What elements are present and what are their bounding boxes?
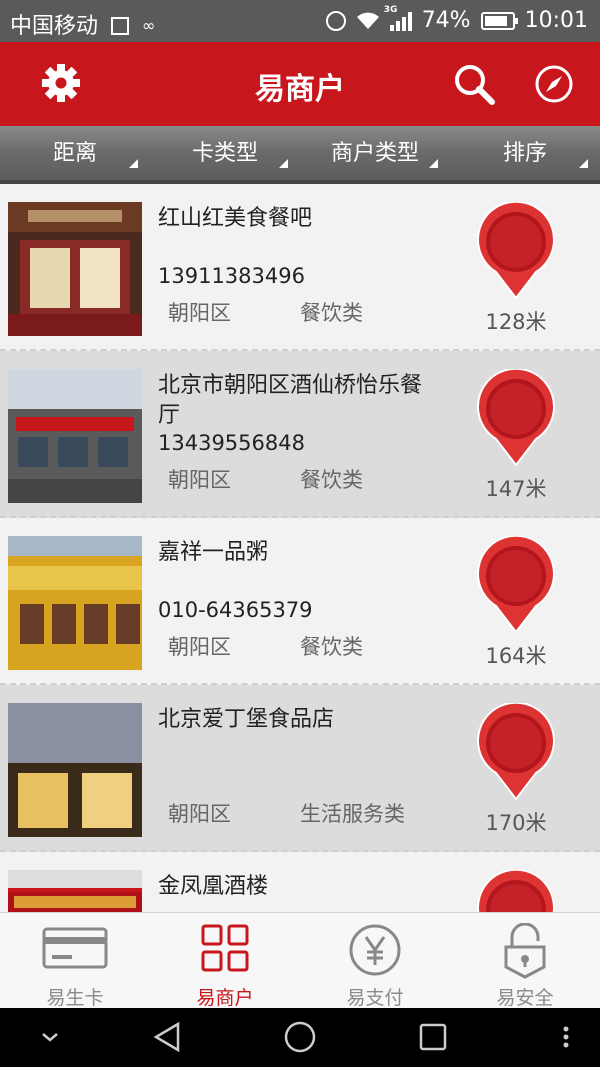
filter-bar: 距离 卡类型 商户类型 排序 [0,126,600,184]
merchant-photo [8,703,142,837]
merchant-district: 朝阳区 [168,635,231,659]
nav-label: 易商户 [196,987,254,1009]
merchant-distance: 170米 [485,811,547,835]
dropdown-triangle-icon [129,159,138,168]
yuan-icon [349,924,401,976]
merchant-phone[interactable]: 13911383496 [158,264,305,288]
carrier-name: 中国移动 [10,14,99,39]
merchant-distance: 128米 [485,310,547,334]
merchant-name: 红山红美食餐吧 [158,206,313,231]
bottom-nav: 易生卡 易商户 易支付 易安全 [0,912,600,1009]
dropdown-triangle-icon [429,159,438,168]
merchant-distance: 164米 [485,644,547,668]
nav-card[interactable]: 易生卡 [0,913,150,1009]
compass-icon[interactable] [534,64,574,104]
link-notification-icon: ∞ [142,16,156,35]
merchant-district: 朝阳区 [168,468,231,492]
merchant-phone[interactable]: 010-64365379 [158,598,313,622]
merchant-category: 餐饮类 [300,635,363,659]
filter-label: 商户类型 [330,141,419,166]
merchant-name: 北京市朝阳区酒仙桥怡乐餐厅 [158,373,423,428]
nav-label: 易支付 [346,987,404,1009]
merchant-name: 金凤凰酒楼 [158,874,269,899]
merchant-name: 北京爱丁堡食品店 [158,707,335,732]
merchant-photo [8,369,142,503]
merchant-photo [8,202,142,336]
merchant-row[interactable]: 红山红美食餐吧 13911383496 朝阳区 餐饮类 128米 [0,184,600,351]
location-pin-icon[interactable] [476,703,556,803]
merchant-phone[interactable]: 13439556848 [158,431,305,455]
merchant-category: 餐饮类 [300,468,363,492]
nav-merchant[interactable]: 易商户 [150,913,300,1009]
image-notification-icon [111,17,130,35]
card-icon [42,927,108,969]
clock: 10:01 [524,8,588,33]
location-pin-icon[interactable] [476,870,556,912]
network-type: 3G [383,4,398,15]
merchant-category: 餐饮类 [300,301,363,325]
location-pin-icon[interactable] [476,369,556,469]
merchant-row[interactable]: 北京爱丁堡食品店 朝阳区 生活服务类 170米 [0,685,600,852]
more-icon[interactable] [556,1020,576,1054]
filter-card-type[interactable]: 卡类型 [150,126,300,180]
filter-merchant-type[interactable]: 商户类型 [300,126,450,180]
merchant-category: 生活服务类 [300,802,405,826]
nav-security[interactable]: 易安全 [450,913,600,1009]
merchant-district: 朝阳区 [168,802,231,826]
filter-label: 距离 [52,141,97,166]
status-bar: 中国移动 ∞ 3G 74% 10:01 [0,0,600,42]
filter-sort[interactable]: 排序 [450,126,600,180]
filter-label: 卡类型 [191,141,258,166]
merchant-list[interactable]: 红山红美食餐吧 13911383496 朝阳区 餐饮类 128米 北京市朝阳区酒… [0,184,600,912]
merchant-district: 朝阳区 [168,301,231,325]
back-icon[interactable] [150,1020,184,1054]
location-pin-icon[interactable] [476,536,556,636]
alarm-icon [325,10,346,31]
battery-percent: 74% [421,8,471,33]
search-icon[interactable] [452,62,496,106]
signal-icon: 3G [384,5,412,31]
filter-distance[interactable]: 距离 [0,126,150,180]
dropdown-triangle-icon [579,159,588,168]
system-nav-bar [0,1008,600,1067]
merchant-photo [8,870,142,912]
merchant-name: 嘉祥一品粥 [158,540,269,565]
nav-label: 易生卡 [46,987,104,1009]
location-pin-icon[interactable] [476,202,556,302]
chevron-down-icon[interactable] [38,1020,62,1054]
filter-label: 排序 [502,141,547,166]
merchant-distance: 147米 [485,477,547,501]
grid-icon [201,924,249,972]
title-bar: 易商户 [0,42,600,126]
status-right: 3G 74% 10:01 [325,5,588,33]
page-title: 易商户 [255,72,345,107]
merchant-row[interactable]: 金凤凰酒楼 [0,852,600,912]
merchant-row[interactable]: 北京市朝阳区酒仙桥怡乐餐厅 13439556848 朝阳区 餐饮类 147米 [0,351,600,518]
lock-icon [504,923,546,979]
merchant-photo [8,536,142,670]
nav-payment[interactable]: 易支付 [300,913,450,1009]
dropdown-triangle-icon [279,159,288,168]
battery-icon [480,11,518,30]
carrier-info: 中国移动 ∞ [10,8,155,40]
home-icon[interactable] [283,1020,317,1054]
wifi-icon [356,12,379,29]
recents-icon[interactable] [418,1020,448,1054]
nav-label: 易安全 [496,987,554,1009]
merchant-row[interactable]: 嘉祥一品粥 010-64365379 朝阳区 餐饮类 164米 [0,518,600,685]
